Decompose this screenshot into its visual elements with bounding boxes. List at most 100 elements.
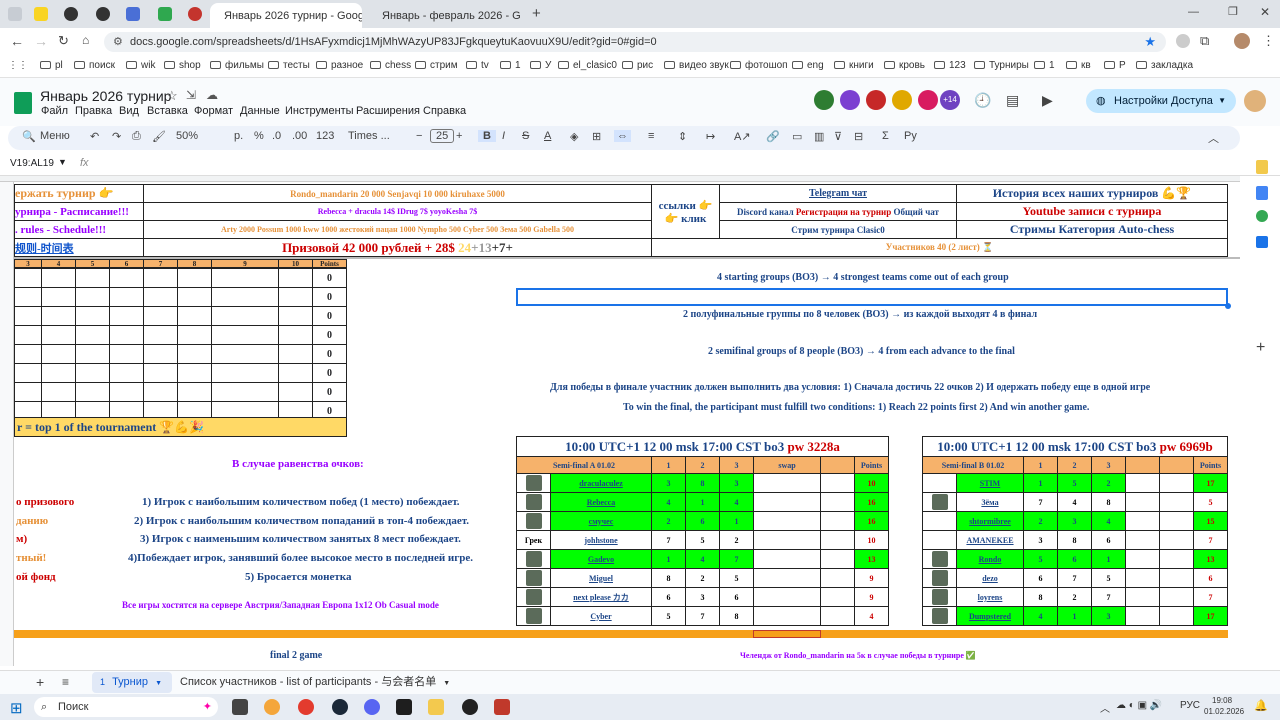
points-cell[interactable]: 5 bbox=[1193, 492, 1228, 512]
points-cell[interactable]: 0 bbox=[312, 268, 347, 288]
empty-cell[interactable] bbox=[753, 492, 821, 512]
fill-color-icon[interactable]: ◈ bbox=[570, 130, 578, 143]
obs-icon[interactable] bbox=[462, 699, 478, 715]
discord-icon[interactable] bbox=[364, 699, 380, 715]
more-collaborators-badge[interactable]: +14 bbox=[940, 90, 960, 110]
group-col-header[interactable]: 8 bbox=[177, 259, 212, 268]
task-view-icon[interactable] bbox=[232, 699, 248, 715]
score-cell[interactable] bbox=[278, 382, 313, 402]
home-icon[interactable]: ⌂ bbox=[82, 33, 89, 47]
score-cell[interactable] bbox=[41, 306, 76, 326]
font-size-input[interactable]: 25 bbox=[430, 129, 455, 143]
tab-sheets[interactable]: Январь 2026 турнир - Google ✕ bbox=[210, 3, 362, 28]
bookmark-folder[interactable]: кв bbox=[1066, 60, 1091, 71]
spreadsheet-grid[interactable]: ержать турнир 👉 Rondo_mandarin 20 000 Se… bbox=[0, 176, 1240, 666]
empty-cell[interactable] bbox=[820, 568, 855, 588]
empty-cell[interactable] bbox=[1125, 473, 1160, 493]
bookmark-folder[interactable]: стрим bbox=[415, 60, 458, 71]
score-cell[interactable] bbox=[109, 344, 144, 364]
score-cell[interactable] bbox=[177, 363, 212, 383]
paint-format-icon[interactable]: 🖌 bbox=[152, 130, 166, 143]
score-cell[interactable] bbox=[143, 268, 178, 288]
score-cell[interactable] bbox=[109, 287, 144, 307]
game-place-cell[interactable]: 5 bbox=[1023, 549, 1058, 569]
empty-cell[interactable] bbox=[753, 473, 821, 493]
discord-label[interactable]: Discord канал bbox=[737, 207, 794, 217]
score-cell[interactable] bbox=[278, 344, 313, 364]
common-chat-label[interactable]: Общий чат bbox=[893, 207, 938, 217]
score-cell[interactable] bbox=[14, 382, 42, 402]
empty-cell[interactable] bbox=[1159, 606, 1194, 626]
minimize-icon[interactable]: — bbox=[1188, 6, 1199, 18]
score-cell[interactable] bbox=[177, 306, 212, 326]
semi-b-col-header[interactable] bbox=[1125, 456, 1160, 474]
notification-icon[interactable]: 🔔 bbox=[1254, 699, 1268, 712]
telegram-link[interactable]: Telegram чат bbox=[809, 188, 867, 199]
game-place-cell[interactable]: 6 bbox=[1057, 549, 1092, 569]
points-cell[interactable]: 17 bbox=[1193, 473, 1228, 493]
font-size-decrease[interactable]: − bbox=[416, 130, 422, 142]
score-cell[interactable] bbox=[41, 363, 76, 383]
points-cell[interactable]: 6 bbox=[1193, 568, 1228, 588]
player-name[interactable]: Зёма bbox=[981, 498, 998, 507]
keep-icon[interactable] bbox=[1256, 160, 1268, 174]
bookmark-folder[interactable]: tv bbox=[466, 60, 489, 71]
schedule-cn-cell[interactable]: 规则-时间表 bbox=[14, 238, 144, 257]
game-place-cell[interactable]: 1 bbox=[685, 492, 720, 512]
score-cell[interactable] bbox=[211, 382, 279, 402]
points-cell[interactable]: 0 bbox=[312, 325, 347, 345]
points-cell[interactable]: 17 bbox=[1193, 606, 1228, 626]
player-name[interactable]: STIM bbox=[980, 479, 1000, 488]
semi-b-col-header[interactable]: 3 bbox=[1091, 456, 1126, 474]
game-place-cell[interactable]: 3 bbox=[1057, 511, 1092, 531]
menu-insert[interactable]: Вставка bbox=[147, 105, 188, 117]
comments-icon[interactable]: ▤ bbox=[1006, 92, 1019, 109]
empty-cell[interactable] bbox=[1125, 568, 1160, 588]
score-cell[interactable] bbox=[177, 325, 212, 345]
tray-chevron-icon[interactable]: ︿ bbox=[1100, 700, 1110, 715]
sheet-tab-tournament[interactable]: 1 Турнир ▼ bbox=[92, 672, 172, 693]
game-place-cell[interactable]: 5 bbox=[685, 530, 720, 550]
semi-a-col-header[interactable]: swap bbox=[753, 456, 821, 474]
font-select[interactable]: Times ... bbox=[348, 130, 390, 142]
empty-cell[interactable] bbox=[1159, 530, 1194, 550]
game-place-cell[interactable]: 6 bbox=[651, 587, 686, 607]
menu-format[interactable]: Формат bbox=[194, 105, 233, 117]
player-name[interactable]: Miguel bbox=[589, 574, 613, 583]
group-col-header[interactable]: 4 bbox=[41, 259, 76, 268]
score-cell[interactable] bbox=[14, 363, 42, 383]
maps-icon[interactable] bbox=[1256, 236, 1268, 248]
hold-tournament-cell[interactable]: ержать турнир 👉 bbox=[14, 184, 144, 203]
points-cell[interactable]: 16 bbox=[854, 511, 889, 531]
share-button[interactable]: ◍ Настройки Доступа ▼ bbox=[1086, 89, 1236, 113]
firefox-icon[interactable] bbox=[264, 699, 280, 715]
game-place-cell[interactable]: 1 bbox=[1091, 549, 1126, 569]
player-avatar-cell[interactable] bbox=[922, 530, 957, 550]
collaborator-avatar[interactable] bbox=[840, 90, 860, 110]
menu-search-label[interactable]: Меню bbox=[40, 130, 70, 142]
youtube-cell[interactable]: Youtube записи с турнира bbox=[956, 202, 1228, 221]
site-info-icon[interactable]: ⚙ bbox=[113, 32, 123, 52]
menu-help[interactable]: Справка bbox=[423, 105, 466, 117]
score-cell[interactable] bbox=[278, 325, 313, 345]
score-cell[interactable] bbox=[75, 382, 110, 402]
points-cell[interactable]: 7 bbox=[1193, 587, 1228, 607]
empty-cell[interactable] bbox=[820, 530, 855, 550]
points-cell[interactable]: 13 bbox=[854, 549, 889, 569]
game-place-cell[interactable]: 3 bbox=[1023, 530, 1058, 550]
group-col-header[interactable]: Points bbox=[312, 259, 347, 268]
bookmark-folder[interactable]: Турниры bbox=[974, 60, 1029, 71]
add-on-icon[interactable]: + bbox=[1256, 339, 1265, 357]
empty-cell[interactable] bbox=[820, 587, 855, 607]
game-place-cell[interactable]: 4 bbox=[1023, 606, 1058, 626]
bookmark-folder[interactable]: el_clasic0 bbox=[558, 60, 617, 71]
semi-b-col-header[interactable]: 1 bbox=[1023, 456, 1058, 474]
game-place-cell[interactable]: 4 bbox=[651, 492, 686, 512]
empty-cell[interactable] bbox=[1159, 549, 1194, 569]
empty-cell[interactable] bbox=[753, 511, 821, 531]
bookmark-folder[interactable]: 1 bbox=[500, 60, 521, 71]
font-size-increase[interactable]: + bbox=[456, 130, 462, 142]
account-avatar[interactable] bbox=[1244, 90, 1266, 112]
score-cell[interactable] bbox=[75, 268, 110, 288]
align-vertical-icon[interactable]: ⇕ bbox=[678, 130, 687, 143]
